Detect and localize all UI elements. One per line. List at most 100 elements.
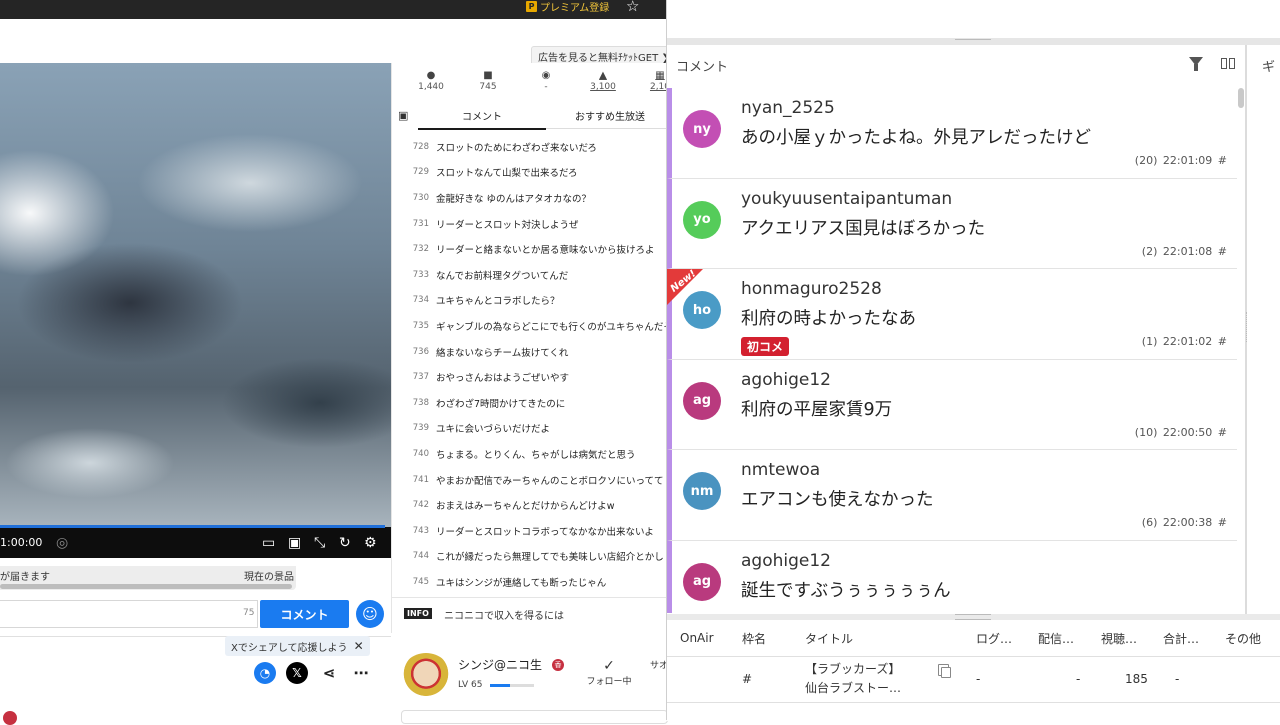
tab-comments[interactable]: コメント <box>418 103 546 130</box>
user-avatar[interactable]: yo <box>683 200 721 239</box>
broadcaster-name[interactable]: シンジ@ニコ生 <box>458 656 542 673</box>
level-bar-fill <box>490 684 510 687</box>
comment-row[interactable]: 732 リーダーと絡まないとか居る意味ないから抜けろよ <box>391 236 666 262</box>
comment-text: リーダーと絡まないとか居る意味ないから抜けろよ <box>436 245 655 257</box>
current-prize-link[interactable]: 現在の景品 <box>244 568 294 583</box>
share-icon[interactable]: ⋖ <box>318 662 340 684</box>
video-seek-bar[interactable] <box>0 525 386 528</box>
splitter-grip[interactable] <box>1246 312 1251 342</box>
comment-card[interactable]: ny nyan_2525 あの小屋ｙかったよね。外見アレだったけど (20) 22:0… <box>667 88 1237 179</box>
comment-hash-link[interactable]: # <box>1218 516 1227 529</box>
cell-name: # <box>742 672 753 686</box>
user-name[interactable]: agohige12 <box>741 551 831 571</box>
broadcast-row[interactable]: # 【ラブッカーズ】 仙台ラブストー… - - 185 - <box>667 656 1280 702</box>
emoji-icon[interactable]: ☺ <box>356 600 384 628</box>
comment-number: 732 <box>412 244 429 255</box>
comment-row[interactable]: 739 ユキに会いづらいだけだよ <box>391 416 666 442</box>
close-icon[interactable]: ✕ <box>354 639 364 653</box>
comment-text: これが縁だったら無理してでも美味しい店紹介とかし <box>436 552 664 564</box>
comment-char-count: 75 <box>243 608 255 618</box>
stat-value: 3,100 <box>590 82 616 92</box>
user-name[interactable]: youkyuusentaipantuman <box>741 189 952 209</box>
splitter[interactable] <box>667 38 1280 46</box>
comment-card[interactable]: ag agohige12 誕生ですぶうぅぅぅぅぅん <box>667 540 1237 613</box>
comment-row[interactable]: 743 リーダーとスロットコラボってなかなか出来ないよ <box>391 518 666 544</box>
col-title[interactable]: タイトル <box>801 630 976 647</box>
comment-time: 22:00:50 <box>1162 425 1213 439</box>
col-other[interactable]: その他 <box>1225 630 1280 647</box>
user-avatar[interactable]: nm <box>683 472 721 510</box>
comment-text: ギャンブルの為ならどこにでも行くのがユキちゃんだそ <box>436 321 666 333</box>
more-icon[interactable]: ⋯ <box>350 662 372 684</box>
star-icon[interactable]: ☆ <box>626 0 639 14</box>
comment-list[interactable]: 728 スロットのためにわざわざ来ないだろ 729 スロットなんて山梨で出来るだろ 73… <box>391 134 666 594</box>
user-avatar[interactable]: ny <box>683 110 721 148</box>
follow-button[interactable]: ✓ フォロー中 <box>584 658 634 687</box>
comment-row[interactable]: 741 やまおか配信でみーちゃんのことボロクソにいってて <box>391 467 666 493</box>
col-onair[interactable]: OnAir <box>667 631 738 645</box>
info-text[interactable]: ニコニコで収入を得るには <box>444 607 564 622</box>
comment-card[interactable]: ag agohige12 利府の平屋家賃9万 (10) 22:00:50 # <box>667 359 1237 450</box>
comment-row[interactable]: 730 金龍好きな ゆのんはアタオカなの？ <box>391 185 666 211</box>
user-name[interactable]: honmaguro2528 <box>741 279 882 299</box>
comment-row[interactable]: 729 スロットなんて山梨で出来るだろ <box>391 160 666 186</box>
comment-meta: (20) 22:01:09 # <box>1135 154 1227 167</box>
share-tooltip: Xでシェアして応援しよう ✕ <box>225 636 370 656</box>
copy-icon[interactable] <box>941 667 951 678</box>
x-share-icon[interactable]: 𝕏 <box>286 662 308 684</box>
comment-row[interactable]: 742 おまえはみーちゃんとだけからんどけよw <box>391 492 666 518</box>
settings-gear-icon[interactable]: ⚙ <box>364 534 377 552</box>
comment-row[interactable]: 740 ちょまる。とりくん、ちゃがしは病気だと思う <box>391 441 666 467</box>
user-avatar[interactable]: ag <box>683 562 721 601</box>
comment-row[interactable]: 736 絡まないならチーム抜けてくれ <box>391 339 666 365</box>
col-total[interactable]: 合計… <box>1163 630 1225 647</box>
comment-row[interactable]: 728 スロットのためにわざわざ来ないだろ <box>391 134 666 160</box>
comment-row[interactable]: 744 これが縁だったら無理してでも美味しい店紹介とかし <box>391 544 666 570</box>
comment-row[interactable]: 745 ユキはシンジが連絡しても断ったじゃん <box>391 569 666 594</box>
premium-link[interactable]: P プレミアム登録 <box>526 0 609 14</box>
comment-row[interactable]: 735 ギャンブルの為ならどこにでも行くのがユキちゃんだそ <box>391 313 666 339</box>
timeshift-clock-icon[interactable]: ◔ <box>254 662 276 684</box>
comment-hash-link[interactable]: # <box>1218 426 1227 439</box>
comment-toggle-icon[interactable]: ▭ <box>262 534 275 552</box>
user-name[interactable]: nmtewoa <box>741 460 820 480</box>
col-name[interactable]: 枠名 <box>738 630 801 647</box>
comment-card-list[interactable]: ny nyan_2525 あの小屋ｙかったよね。外見アレだったけど (20) 22:0… <box>667 88 1237 613</box>
fullscreen-icon[interactable]: ⤡ <box>314 534 325 552</box>
filter-icon[interactable] <box>1194 64 1198 71</box>
ad-icon: ▲ <box>599 70 607 81</box>
columns-icon[interactable] <box>1221 58 1237 70</box>
scrollbar-thumb[interactable] <box>1238 88 1244 108</box>
comment-row[interactable]: 734 ユキちゃんとコラボしたら？ <box>391 288 666 314</box>
title-line: 【ラブッカーズ】 <box>805 662 901 676</box>
user-avatar[interactable]: ag <box>683 381 721 420</box>
comment-submit-button[interactable]: コメント <box>260 600 349 628</box>
comment-settings-icon[interactable]: ▣ <box>398 109 408 122</box>
comment-hash-link[interactable]: # <box>1218 154 1227 167</box>
broadcaster-avatar[interactable] <box>401 653 451 699</box>
comment-card[interactable]: nm nmtewoa エアコンも使えなかった (6) 22:00:38 # <box>667 450 1237 541</box>
stat-ad-points[interactable]: ▲ 3,100 <box>583 70 623 92</box>
comment-row[interactable]: 738 わざわざ7時間かけてきたのに <box>391 390 666 416</box>
cell-broadcast: - <box>1076 672 1081 686</box>
reload-icon[interactable]: ↻ <box>339 534 351 552</box>
user-name[interactable]: agohige12 <box>741 370 831 390</box>
col-broadcast[interactable]: 配信… <box>1038 630 1101 647</box>
comment-card[interactable]: yo youkyuusentaipantuman アクエリアス国見はぼろかった (2)… <box>667 178 1237 269</box>
tab-recommend[interactable]: おすすめ生放送 <box>546 103 674 129</box>
col-log[interactable]: ログ… <box>976 630 1038 647</box>
video-screen[interactable] <box>0 63 391 527</box>
comment-row[interactable]: 731 リーダーとスロット対決しようぜ <box>391 211 666 237</box>
comment-row[interactable]: 737 おやっさんおはようごぜいやす <box>391 364 666 390</box>
comment-hash-link[interactable]: # <box>1218 245 1227 258</box>
col-viewers[interactable]: 視聴… <box>1101 630 1163 647</box>
cell-log: - <box>976 672 981 686</box>
comment-input[interactable] <box>0 600 258 628</box>
comment-hash-link[interactable]: # <box>1218 335 1227 348</box>
replay-icon[interactable]: ◎ <box>56 534 68 552</box>
user-avatar[interactable]: ho <box>683 291 721 329</box>
comment-row[interactable]: 733 なんでお前料理タグついてんだ <box>391 262 666 288</box>
picture-in-picture-icon[interactable]: ▣ <box>288 534 301 552</box>
comment-card[interactable]: New! ho honmaguro2528 利府の時よかったなあ 初コメ (1) 22:0… <box>667 268 1237 360</box>
user-name[interactable]: nyan_2525 <box>741 98 835 118</box>
